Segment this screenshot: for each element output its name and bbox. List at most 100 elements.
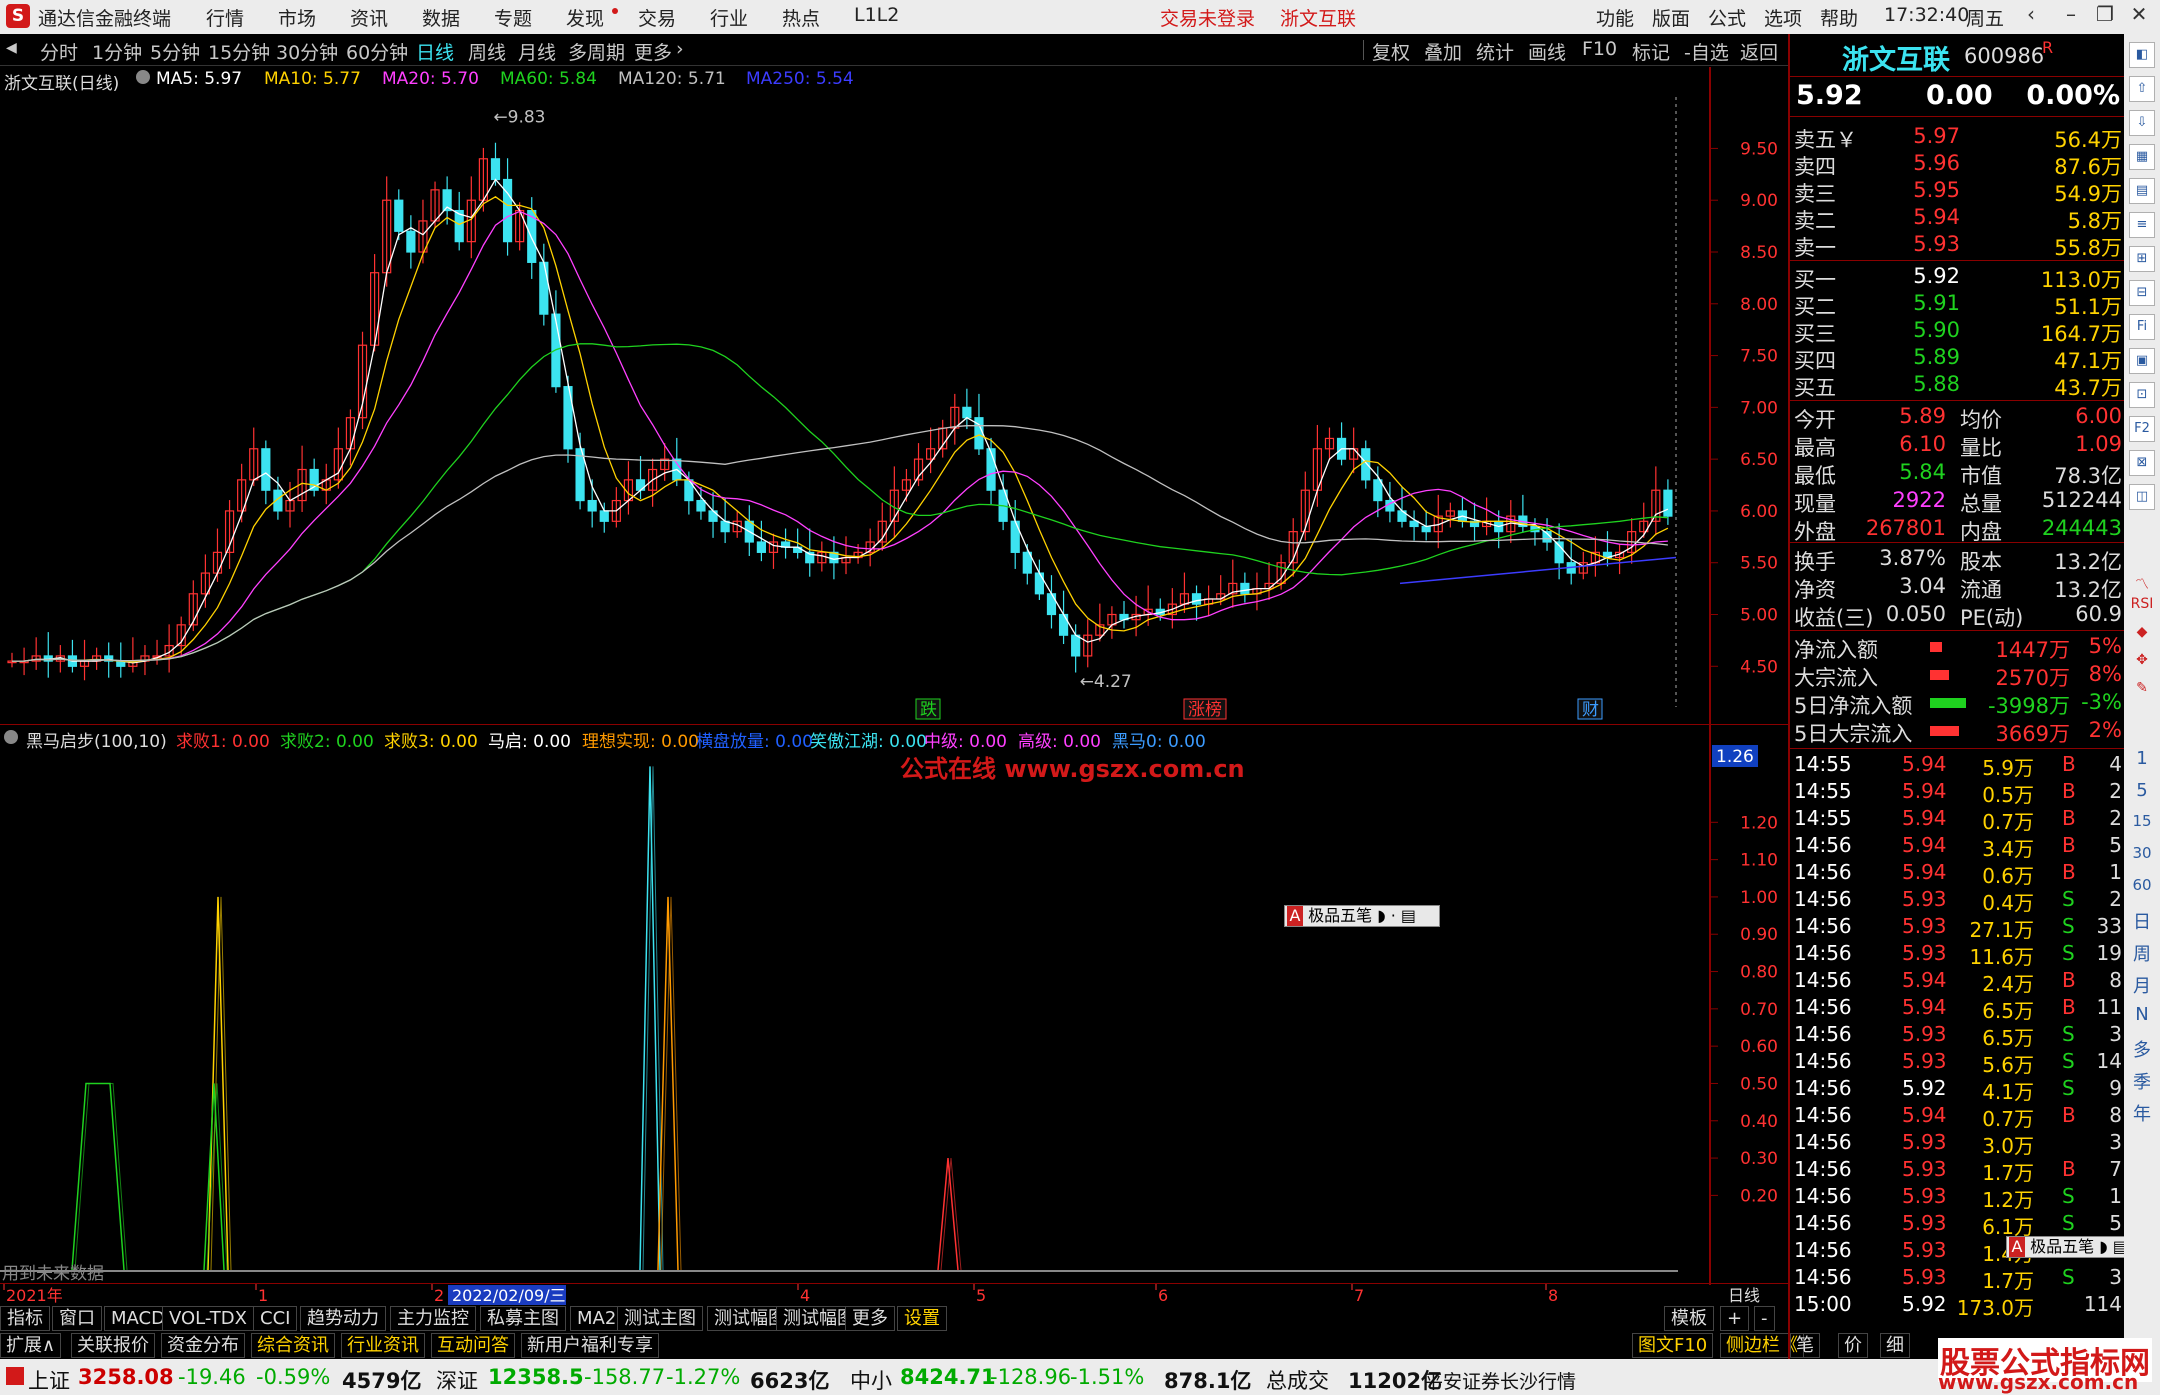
side-indicator-icon-4[interactable]: ✎ [2124,680,2160,696]
indicator-panel[interactable]: 黑马启步(100,10) 求败1: 0.00 求败2: 0.00 求败3: 0.00… [0,725,1788,1285]
back-icon[interactable]: ‹ [2016,2,2046,30]
moon-icon[interactable]: ◗ [2099,1237,2107,1256]
side-period-11[interactable]: 年 [2124,1100,2160,1126]
tab-4[interactable]: CCI [253,1306,298,1331]
menu-hot[interactable]: 热点 [782,4,820,31]
period-5min[interactable]: 5分钟 [150,38,200,65]
close-icon[interactable]: ✕ [2124,2,2154,30]
side-tool-icon-13[interactable]: ◫ [2129,484,2155,510]
menu-options[interactable]: 选项 [1764,4,1802,31]
btn-adjust[interactable]: 复权 [1372,38,1410,65]
ask-row[interactable]: 卖四 5.96 87.6万 [1790,151,2126,179]
menu-quotes[interactable]: 行情 [206,4,244,31]
side-indicator-icon-1[interactable]: RSI [2124,596,2160,612]
side-indicator-icon-2[interactable]: ◆ [2124,624,2160,640]
btn-overlay[interactable]: 叠加 [1424,38,1462,65]
tab-right-1[interactable]: + [1720,1306,1750,1331]
menu-discover[interactable]: 发现 [566,4,604,31]
stock-name[interactable]: 浙文互联 [1842,38,1950,77]
ask-row[interactable]: 卖五￥ 5.97 56.4万 [1790,124,2126,152]
btn-f10[interactable]: F10 [1582,38,1617,60]
side-tool-icon-1[interactable]: ⇧ [2129,76,2155,102]
btn-draw[interactable]: 画线 [1528,38,1566,65]
ask-row[interactable]: 卖二 5.94 5.8万 [1790,205,2126,233]
info-tab-3[interactable]: 综合资讯 [251,1333,335,1358]
sz-name[interactable]: 深证 [436,1365,478,1395]
trade-login-status[interactable]: 交易未登录 [1160,4,1255,31]
keyboard-icon[interactable]: ▤ [1401,906,1416,925]
period-daily[interactable]: 日线 [416,38,454,65]
menu-function[interactable]: 功能 [1596,4,1634,31]
period-more[interactable]: 更多 [634,38,672,65]
period-weekly[interactable]: 周线 [468,38,506,65]
side-period-0[interactable]: 1 [2124,748,2160,769]
info-tab-4[interactable]: 行业资讯 [341,1333,425,1358]
menu-l1l2[interactable]: L1L2 [854,4,899,26]
period-1min[interactable]: 1分钟 [92,38,142,65]
bid-row[interactable]: 买二 5.91 51.1万 [1790,291,2126,319]
tab-1[interactable]: 窗口 [52,1306,102,1331]
tab-5[interactable]: 趋势动力 [300,1306,386,1331]
side-tool-icon-12[interactable]: ⊠ [2129,450,2155,476]
info-tab-5[interactable]: 互动问答 [431,1333,515,1358]
restore-icon[interactable]: ❐ [2090,2,2120,30]
side-indicator-icon-0[interactable]: 〽 [2124,574,2160,594]
menu-market[interactable]: 市场 [278,4,316,31]
menu-help[interactable]: 帮助 [1820,4,1858,31]
tab-12[interactable]: 更多 [845,1306,895,1331]
btn-mark[interactable]: 标记 [1632,38,1670,65]
period-timeshare[interactable]: 分时 [40,38,78,65]
tab-8[interactable]: MA2 [570,1306,624,1331]
side-period-1[interactable]: 5 [2124,780,2160,801]
moon-icon[interactable]: ◗ [1377,906,1385,925]
menu-data[interactable]: 数据 [422,4,460,31]
side-tool-icon-0[interactable]: ◧ [2129,42,2155,68]
ask-row[interactable]: 卖一 5.93 55.8万 [1790,232,2126,260]
menu-formula[interactable]: 公式 [1708,4,1746,31]
period-30min[interactable]: 30分钟 [276,38,338,65]
side-period-7[interactable]: 月 [2124,972,2160,998]
ask-row[interactable]: 卖三 5.95 54.9万 [1790,178,2126,206]
ime-toolbar[interactable]: A 极品五笔 ◗ · ▤ [1284,905,1440,927]
period-60min[interactable]: 60分钟 [346,38,408,65]
bid-row[interactable]: 买一 5.92 113.0万 [1790,264,2126,292]
side-tool-icon-5[interactable]: ≡ [2129,212,2155,238]
chevron-right-icon[interactable]: › [676,38,684,60]
menu-industry[interactable]: 行业 [710,4,748,31]
side-tool-icon-10[interactable]: ⊡ [2129,382,2155,408]
btn-back[interactable]: 返回 [1740,38,1778,65]
side-tool-icon-9[interactable]: ▣ [2129,348,2155,374]
info-tab-0[interactable]: 扩展∧ [0,1333,62,1358]
side-tool-icon-2[interactable]: ⇩ [2129,110,2155,136]
tab-right-2[interactable]: - [1754,1306,1775,1331]
collapse-icon[interactable]: ◀ [6,40,17,56]
bid-row[interactable]: 买五 5.88 43.7万 [1790,372,2126,400]
side-period-9[interactable]: 多 [2124,1036,2160,1062]
menu-topics[interactable]: 专题 [494,4,532,31]
side-period-6[interactable]: 周 [2124,940,2160,966]
tab-6[interactable]: 主力监控 [390,1306,476,1331]
info-tab-2[interactable]: 资金分布 [161,1333,245,1358]
menu-news[interactable]: 资讯 [350,4,388,31]
minimize-icon[interactable]: – [2056,2,2086,30]
tab-0[interactable]: 指标 [0,1306,50,1331]
main-chart-panel[interactable]: 浙文互联(日线) MA5: 5.97 MA10: 5.77 MA20: 5.70 MA… [0,67,1788,783]
tab-9[interactable]: 测试主图 [617,1306,703,1331]
dot-icon[interactable]: · [1391,906,1396,925]
info-tab-6[interactable]: 新用户福利专享 [521,1333,659,1358]
btn-stats[interactable]: 统计 [1476,38,1514,65]
side-period-2[interactable]: 15 [2124,812,2160,830]
sh-name[interactable]: 上证 [28,1365,70,1395]
tab-right-0[interactable]: 模板 [1664,1306,1714,1331]
sme-name[interactable]: 中小 [850,1365,892,1395]
tab-7[interactable]: 私募主图 [480,1306,566,1331]
side-period-4[interactable]: 60 [2124,876,2160,894]
tab-13[interactable]: 设置 [897,1306,947,1331]
side-tool-icon-7[interactable]: ⊟ [2129,280,2155,306]
side-indicator-icon-3[interactable]: ✥ [2124,652,2160,668]
side-period-8[interactable]: N [2124,1004,2160,1025]
side-tool-icon-6[interactable]: ⊞ [2129,246,2155,272]
side-tool-icon-11[interactable]: F2 [2129,416,2155,442]
period-multi[interactable]: 多周期 [568,38,625,65]
period-15min[interactable]: 15分钟 [208,38,270,65]
